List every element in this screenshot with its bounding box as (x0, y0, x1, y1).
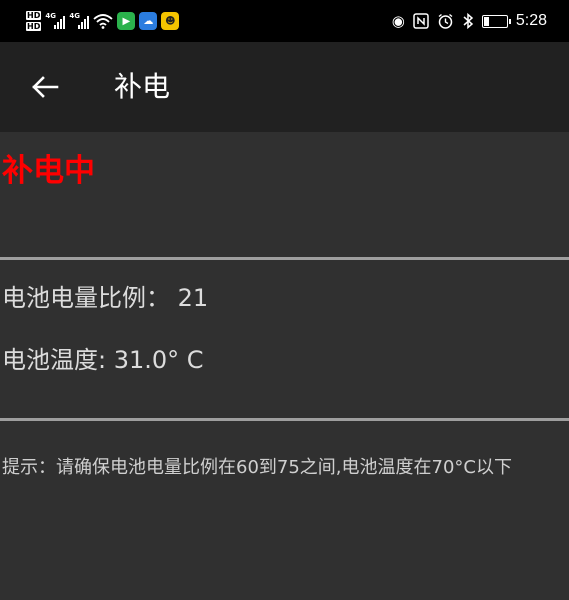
status-time: 5:28 (515, 12, 547, 29)
back-button[interactable] (20, 62, 70, 112)
hint-text: 提示：请确保电池电量比例在60到75之间,电池温度在70°C以下 (2, 457, 513, 478)
charging-status-text: 补电中 (2, 153, 95, 189)
alarm-icon (438, 13, 453, 29)
battery-level-value: 21 (177, 284, 209, 312)
wifi-icon (93, 14, 113, 29)
back-arrow-icon (32, 76, 59, 98)
hd-badge-bottom: HD (26, 22, 42, 31)
divider-top (0, 257, 569, 260)
game-app-icon: ☻ (161, 12, 180, 30)
battery-temp-value: 31.0° C (113, 346, 204, 374)
battery-temp-label: 电池温度: (2, 346, 107, 374)
battery-temp-row: 电池温度: 31.0° C (2, 343, 204, 377)
cloud-app-icon: ☁ (139, 12, 158, 30)
signal-icon-sim2: 4G (69, 12, 90, 29)
page-title: 补电 (114, 70, 171, 103)
bluetooth-icon (463, 12, 473, 30)
signal-icon: 4G (45, 12, 66, 29)
hd-indicators: HD HD (26, 11, 42, 31)
divider-bottom (0, 418, 569, 421)
status-left: HD HD 4G 4G ▶ ☁ ☻ (26, 6, 180, 36)
eye-icon: ◉ (391, 12, 405, 30)
status-bar: HD HD 4G 4G ▶ ☁ ☻ ◉ 5:28 (0, 0, 569, 42)
battery-level-row: 电池电量比例： 21 (2, 281, 208, 315)
app-bar: 补电 (0, 42, 569, 132)
nfc-icon (413, 13, 429, 29)
battery-level-label: 电池电量比例： (2, 284, 170, 312)
video-app-icon: ▶ (117, 12, 136, 30)
screen: HD HD 4G 4G ▶ ☁ ☻ ◉ 5:28 补电 补电中 电池电量比例： … (0, 0, 569, 600)
status-right: ◉ 5:28 (392, 6, 547, 36)
hd-badge-top: HD (26, 11, 42, 20)
battery-charging-icon (481, 14, 511, 28)
